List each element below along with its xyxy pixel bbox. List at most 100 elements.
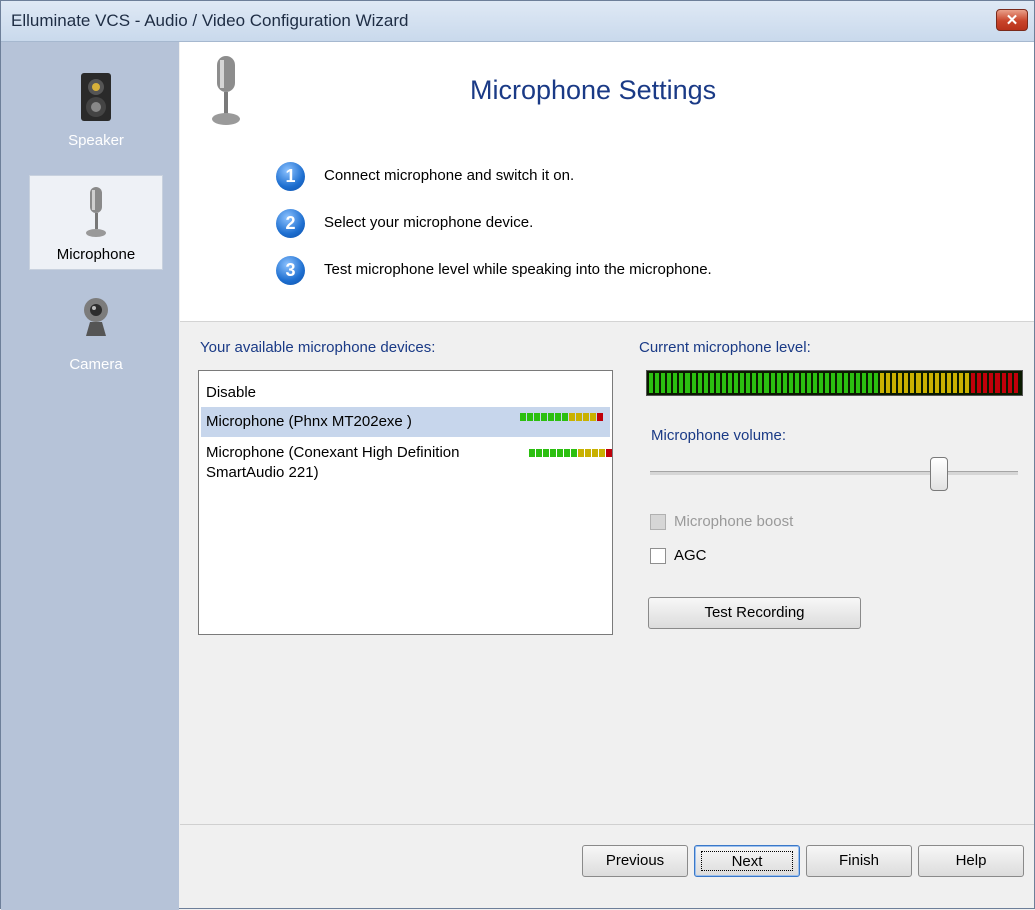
- microphone-icon: [85, 186, 107, 245]
- level-segment: [534, 413, 540, 421]
- level-segment: [590, 413, 596, 421]
- level-segment: [892, 373, 897, 393]
- level-segment: [819, 373, 824, 393]
- level-segment: [807, 373, 812, 393]
- list-item-microphone-conexant[interactable]: Microphone (Conexant High Definition Sma…: [201, 443, 501, 483]
- help-button[interactable]: Help: [918, 845, 1024, 877]
- level-segment: [655, 373, 660, 393]
- level-segment: [585, 449, 591, 457]
- device-name: Microphone (Phnx MT202exe ): [206, 413, 412, 430]
- level-segment: [965, 373, 970, 393]
- speaker-icon: [79, 72, 113, 127]
- level-segment: [922, 373, 927, 393]
- wizard-window: Elluminate VCS - Audio / Video Configura…: [0, 0, 1035, 910]
- level-segment: [995, 373, 1000, 393]
- level-segment: [721, 373, 727, 393]
- level-segment: [734, 373, 739, 393]
- finish-button[interactable]: Finish: [806, 845, 912, 877]
- level-segment: [576, 413, 582, 421]
- header-panel: Microphone Settings 1 Connect microphone…: [180, 42, 1034, 322]
- microphone-level-meter: [646, 370, 1023, 396]
- microphone-header-icon: [206, 54, 246, 133]
- level-segment: [940, 373, 945, 393]
- previous-button[interactable]: Previous: [582, 845, 688, 877]
- sidebar-item-label: Camera: [69, 356, 123, 373]
- sidebar: Speaker Microphone Camera: [1, 42, 179, 910]
- device-name: Disable: [206, 384, 257, 401]
- level-segment: [679, 373, 684, 393]
- level-segment: [928, 373, 933, 393]
- list-item-disable[interactable]: Disable: [201, 383, 610, 405]
- agc-checkbox[interactable]: [650, 548, 666, 564]
- level-segment: [599, 449, 605, 457]
- volume-slider-thumb[interactable]: [930, 457, 948, 491]
- page-title: Microphone Settings: [470, 75, 717, 105]
- level-segment: [520, 413, 526, 421]
- list-item-microphone-phnx[interactable]: Microphone (Phnx MT202exe ): [201, 407, 610, 437]
- level-segment: [898, 373, 903, 393]
- level-segment: [1013, 373, 1018, 393]
- level-segment: [1007, 373, 1012, 393]
- sidebar-item-label: Speaker: [68, 132, 124, 149]
- devices-label: Your available microphone devices:: [200, 339, 436, 356]
- level-segment: [746, 373, 751, 393]
- level-segment: [867, 373, 872, 393]
- level-segment: [550, 449, 556, 457]
- level-segment: [788, 373, 793, 393]
- level-segment: [776, 373, 781, 393]
- next-button[interactable]: Next: [694, 845, 800, 877]
- step-text: Test microphone level while speaking int…: [324, 261, 712, 278]
- level-segment: [728, 373, 733, 393]
- level-segment: [983, 373, 988, 393]
- level-segment: [971, 373, 976, 393]
- webcam-icon: [78, 296, 114, 345]
- level-segment: [837, 373, 842, 393]
- agc-label: AGC: [674, 547, 707, 564]
- level-segment: [946, 373, 951, 393]
- level-segment: [977, 373, 982, 393]
- level-segment: [958, 373, 964, 393]
- microphone-boost-checkbox[interactable]: [650, 514, 666, 530]
- level-segment: [691, 373, 696, 393]
- level-segment: [709, 373, 714, 393]
- sidebar-item-speaker[interactable]: Speaker: [29, 62, 163, 157]
- level-segment: [541, 413, 547, 421]
- level-segment: [989, 373, 994, 393]
- level-segment: [673, 373, 678, 393]
- level-segment: [562, 413, 568, 421]
- window-title: Elluminate VCS - Audio / Video Configura…: [11, 11, 409, 30]
- footer-divider: [180, 824, 1034, 825]
- sidebar-item-camera[interactable]: Camera: [29, 286, 163, 381]
- microphone-device-list[interactable]: Disable Microphone (Phnx MT202exe ) Micr…: [198, 370, 613, 635]
- level-segment: [569, 413, 575, 421]
- level-label: Current microphone level:: [639, 339, 811, 356]
- level-segment: [879, 373, 885, 393]
- level-segment: [952, 373, 957, 393]
- device-level-meter: [520, 413, 604, 421]
- level-segment: [825, 373, 830, 393]
- step-text: Select your microphone device.: [324, 214, 534, 231]
- sidebar-item-microphone[interactable]: Microphone: [29, 175, 163, 270]
- step-text: Connect microphone and switch it on.: [324, 167, 575, 184]
- level-segment: [758, 373, 763, 393]
- test-recording-button[interactable]: Test Recording: [648, 597, 861, 629]
- level-segment: [555, 413, 561, 421]
- level-segment: [661, 373, 666, 393]
- title-bar[interactable]: Elluminate VCS - Audio / Video Configura…: [1, 1, 1034, 42]
- volume-slider-track[interactable]: [650, 471, 1018, 475]
- level-segment: [813, 373, 818, 393]
- level-segment: [831, 373, 836, 393]
- level-segment: [548, 413, 554, 421]
- level-segment: [606, 449, 612, 457]
- level-segment: [529, 449, 535, 457]
- level-segment: [697, 373, 702, 393]
- step-number-badge: 2: [276, 209, 305, 238]
- level-segment: [557, 449, 563, 457]
- level-segment: [934, 373, 939, 393]
- next-button-label: Next: [701, 851, 793, 871]
- level-segment: [571, 449, 577, 457]
- close-button[interactable]: ✕: [996, 9, 1028, 31]
- level-segment: [916, 373, 921, 393]
- level-segment: [752, 373, 757, 393]
- level-segment: [527, 413, 533, 421]
